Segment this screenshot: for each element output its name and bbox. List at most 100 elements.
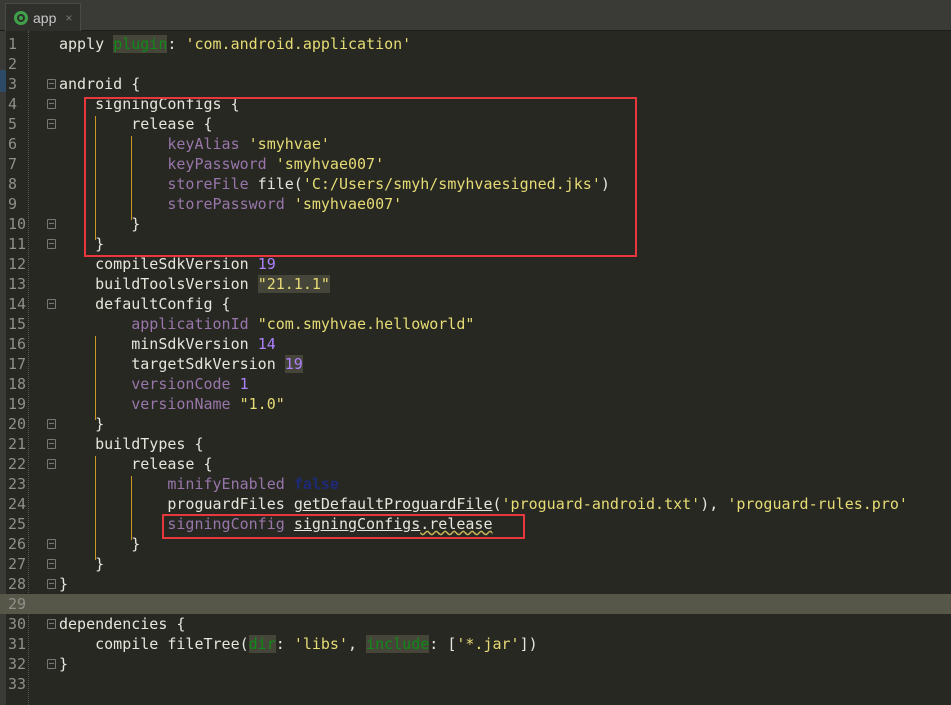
code-line[interactable]: 30 dependencies { — [0, 614, 951, 634]
code-token: android { — [59, 75, 141, 93]
line-number: 19 — [8, 395, 27, 413]
line-number: 15 — [8, 315, 27, 333]
line-number: 20 — [8, 415, 27, 433]
code-token: "21.1.1" — [257, 275, 330, 293]
code-line[interactable]: 12 compileSdkVersion 19 — [0, 254, 951, 274]
fold-icon[interactable] — [47, 619, 56, 629]
line-code: } — [59, 414, 104, 434]
fold-icon[interactable] — [47, 79, 56, 89]
code-token: '*.jar' — [456, 635, 520, 653]
code-line[interactable]: 2 — [0, 54, 951, 74]
line-number: 13 — [8, 275, 27, 293]
fold-icon[interactable] — [47, 459, 56, 469]
line-number: 6 — [8, 135, 18, 153]
code-token: } — [59, 555, 105, 573]
code-line[interactable]: 29 — [0, 594, 951, 614]
code-token: 'proguard-android.txt' — [501, 495, 701, 513]
fold-icon[interactable] — [47, 219, 56, 229]
line-number: 4 — [8, 95, 18, 113]
line-number: 21 — [8, 435, 27, 453]
tab-label: app — [33, 9, 57, 26]
code-token: buildTypes { — [59, 435, 204, 453]
line-code: minSdkVersion 14 — [59, 334, 276, 354]
line-code: buildToolsVersion "21.1.1" — [59, 274, 330, 294]
tab-app[interactable]: app × — [5, 3, 81, 31]
line-number: 30 — [8, 615, 27, 633]
code-line[interactable]: 3 android { — [0, 74, 951, 94]
code-line[interactable]: 21 buildTypes { — [0, 434, 951, 454]
code-line[interactable]: 18 versionCode 1 — [0, 374, 951, 394]
line-number: 5 — [8, 115, 18, 133]
code-line[interactable]: 1 apply plugin: 'com.android.application' — [0, 34, 951, 54]
code-token: dir — [248, 635, 276, 653]
code-token: ]) — [519, 635, 538, 653]
code-line[interactable]: 23 minifyEnabled false — [0, 474, 951, 494]
code-token: versionCode — [131, 375, 231, 393]
code-line[interactable]: 28} — [0, 574, 951, 594]
code-line[interactable]: 32} — [0, 654, 951, 674]
code-token: release { — [59, 455, 213, 473]
line-number: 29 — [8, 595, 27, 613]
line-code: proguardFiles getDefaultProguardFile('pr… — [59, 494, 908, 514]
close-icon[interactable]: × — [65, 11, 72, 25]
highlight-box-signing-configs — [84, 97, 637, 257]
code-token: 'proguard-rules.pro' — [727, 495, 908, 513]
line-number: 2 — [8, 55, 18, 73]
code-token: buildToolsVersion — [59, 275, 258, 293]
fold-icon[interactable] — [47, 239, 56, 249]
code-line[interactable]: 15 applicationId "com.smyhvae.helloworld… — [0, 314, 951, 334]
code-line[interactable]: 20 } — [0, 414, 951, 434]
line-code: } — [59, 554, 104, 574]
android-module-icon — [14, 10, 28, 25]
code-line[interactable]: 31 compile fileTree(dir: 'libs', include… — [0, 634, 951, 654]
code-line[interactable]: 13 buildToolsVersion "21.1.1" — [0, 274, 951, 294]
code-line[interactable]: 24 proguardFiles getDefaultProguardFile(… — [0, 494, 951, 514]
line-code: } — [59, 534, 140, 554]
fold-icon[interactable] — [47, 579, 56, 589]
code-line[interactable]: 27 } — [0, 554, 951, 574]
fold-icon[interactable] — [47, 119, 56, 129]
fold-icon[interactable] — [47, 419, 56, 429]
code-line[interactable]: 19 versionName "1.0" — [0, 394, 951, 414]
line-number: 18 — [8, 375, 27, 393]
code-token: } — [59, 415, 105, 433]
fold-icon[interactable] — [47, 99, 56, 109]
line-number: 1 — [8, 35, 18, 53]
line-code: buildTypes { — [59, 434, 204, 454]
code-token: compile fileTree( — [59, 635, 249, 653]
code-line[interactable]: 17 targetSdkVersion 19 — [0, 354, 951, 374]
line-code: } — [59, 654, 68, 674]
code-token: : — [275, 635, 294, 653]
code-line[interactable]: 33 — [0, 674, 951, 694]
fold-icon[interactable] — [47, 539, 56, 549]
code-token: 19 — [284, 355, 303, 373]
code-line[interactable]: 22 release { — [0, 454, 951, 474]
code-line[interactable]: 14 defaultConfig { — [0, 294, 951, 314]
code-line[interactable]: 16 minSdkVersion 14 — [0, 334, 951, 354]
line-code: dependencies { — [59, 614, 185, 634]
indent-guide — [95, 456, 96, 560]
gutter-divider — [28, 31, 29, 705]
code-token: apply — [59, 35, 114, 53]
line-number: 16 — [8, 335, 27, 353]
code-token: targetSdkVersion — [59, 355, 285, 373]
code-token: : [ — [429, 635, 457, 653]
line-number: 25 — [8, 515, 27, 533]
line-code: compile fileTree(dir: 'libs', include: [… — [59, 634, 538, 654]
fold-icon[interactable] — [47, 299, 56, 309]
fold-icon[interactable] — [47, 559, 56, 569]
fold-icon[interactable] — [47, 439, 56, 449]
code-token: plugin — [113, 35, 168, 53]
line-number: 31 — [8, 635, 27, 653]
editor-tab-bar: app × — [0, 0, 951, 31]
code-token: : — [167, 35, 186, 53]
code-token: minSdkVersion — [59, 335, 258, 353]
line-number: 12 — [8, 255, 27, 273]
fold-icon[interactable] — [47, 659, 56, 669]
